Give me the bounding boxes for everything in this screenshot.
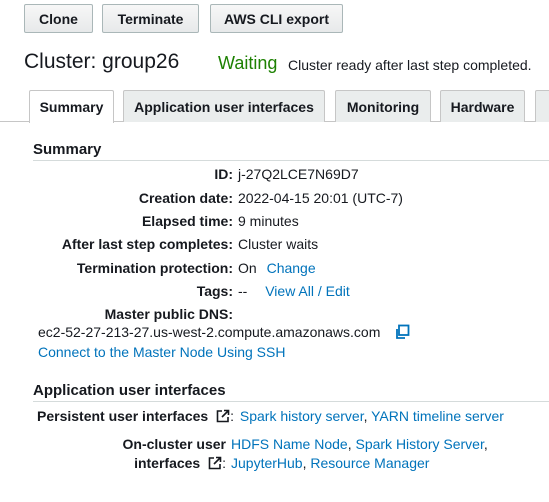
master-dns-label: Master public DNS: bbox=[104, 306, 233, 322]
on-cluster-links-line2: JupyterHub, Resource Manager bbox=[231, 455, 430, 471]
on-cluster-ui-label-line1: On-cluster user bbox=[0, 436, 226, 452]
spark-history-server-link[interactable]: Spark History Server bbox=[355, 436, 483, 452]
persistent-ui-row: Persistent user interfaces : Spark histo… bbox=[37, 408, 504, 424]
termination-protection-value-group: On Change bbox=[238, 260, 316, 276]
copy-icon[interactable] bbox=[394, 324, 410, 340]
termination-change-link[interactable]: Change bbox=[267, 260, 316, 276]
id-label: ID: bbox=[214, 166, 233, 182]
hdfs-name-node-link[interactable]: HDFS Name Node bbox=[231, 436, 348, 452]
status-badge: Waiting bbox=[218, 53, 278, 73]
on-cluster-ui-label-line2: interfaces : bbox=[134, 455, 226, 471]
connect-ssh-link[interactable]: Connect to the Master Node Using SSH bbox=[38, 344, 285, 360]
application-user-interfaces-heading: Application user interfaces bbox=[33, 382, 226, 399]
tags-value-group: -- View All / Edit bbox=[238, 283, 350, 299]
external-link-icon bbox=[208, 456, 222, 470]
master-dns-value: ec2-52-27-213-27.us-west-2.compute.amazo… bbox=[38, 324, 381, 340]
termination-protection-label: Termination protection: bbox=[76, 260, 233, 276]
page-title: Cluster: group26 bbox=[24, 50, 180, 73]
creation-date-label: Creation date: bbox=[138, 190, 233, 206]
creation-date-value: 2022-04-15 20:01 (UTC-7) bbox=[238, 190, 403, 206]
clone-button[interactable]: Clone bbox=[24, 4, 93, 33]
persistent-ui-label: Persistent user interfaces bbox=[37, 408, 209, 424]
id-value: j-27Q2LCE7N69D7 bbox=[238, 166, 359, 182]
resource-manager-link[interactable]: Resource Manager bbox=[310, 455, 429, 471]
after-last-step-label: After last step completes: bbox=[61, 236, 233, 252]
external-link-icon bbox=[216, 409, 230, 423]
spark-history-server-persistent-link[interactable]: Spark history server bbox=[240, 408, 364, 424]
on-cluster-ui-label-text1: On-cluster user bbox=[122, 436, 226, 452]
tags-label: Tags: bbox=[196, 283, 233, 299]
on-cluster-links-line1: HDFS Name Node, Spark History Server, bbox=[231, 436, 488, 452]
aws-cli-export-button[interactable]: AWS CLI export bbox=[210, 4, 343, 33]
tab-hardware[interactable]: Hardware bbox=[440, 90, 525, 122]
yarn-timeline-server-link[interactable]: YARN timeline server bbox=[371, 408, 504, 424]
elapsed-time-value: 9 minutes bbox=[238, 213, 299, 229]
on-cluster-ui-label-text2: interfaces bbox=[134, 455, 201, 471]
after-last-step-value: Cluster waits bbox=[238, 236, 319, 252]
emr-cluster-page: Clone Terminate AWS CLI export Cluster: … bbox=[0, 0, 549, 502]
elapsed-time-label: Elapsed time: bbox=[141, 213, 233, 229]
tags-value: -- bbox=[238, 283, 248, 299]
tab-overflow[interactable] bbox=[535, 90, 549, 122]
tab-bar: Summary Application user interfaces Moni… bbox=[29, 90, 549, 123]
tags-view-edit-link[interactable]: View All / Edit bbox=[265, 283, 350, 299]
status-message: Cluster ready after last step completed. bbox=[288, 57, 532, 73]
summary-divider bbox=[33, 160, 549, 161]
termination-protection-value: On bbox=[238, 260, 257, 276]
summary-heading: Summary bbox=[33, 141, 102, 158]
tab-monitoring[interactable]: Monitoring bbox=[335, 90, 431, 122]
jupyterhub-link[interactable]: JupyterHub bbox=[231, 455, 303, 471]
tab-summary[interactable]: Summary bbox=[29, 90, 114, 123]
application-user-interfaces-divider bbox=[33, 401, 549, 402]
tab-application-user-interfaces[interactable]: Application user interfaces bbox=[123, 90, 325, 122]
terminate-button[interactable]: Terminate bbox=[102, 4, 199, 33]
